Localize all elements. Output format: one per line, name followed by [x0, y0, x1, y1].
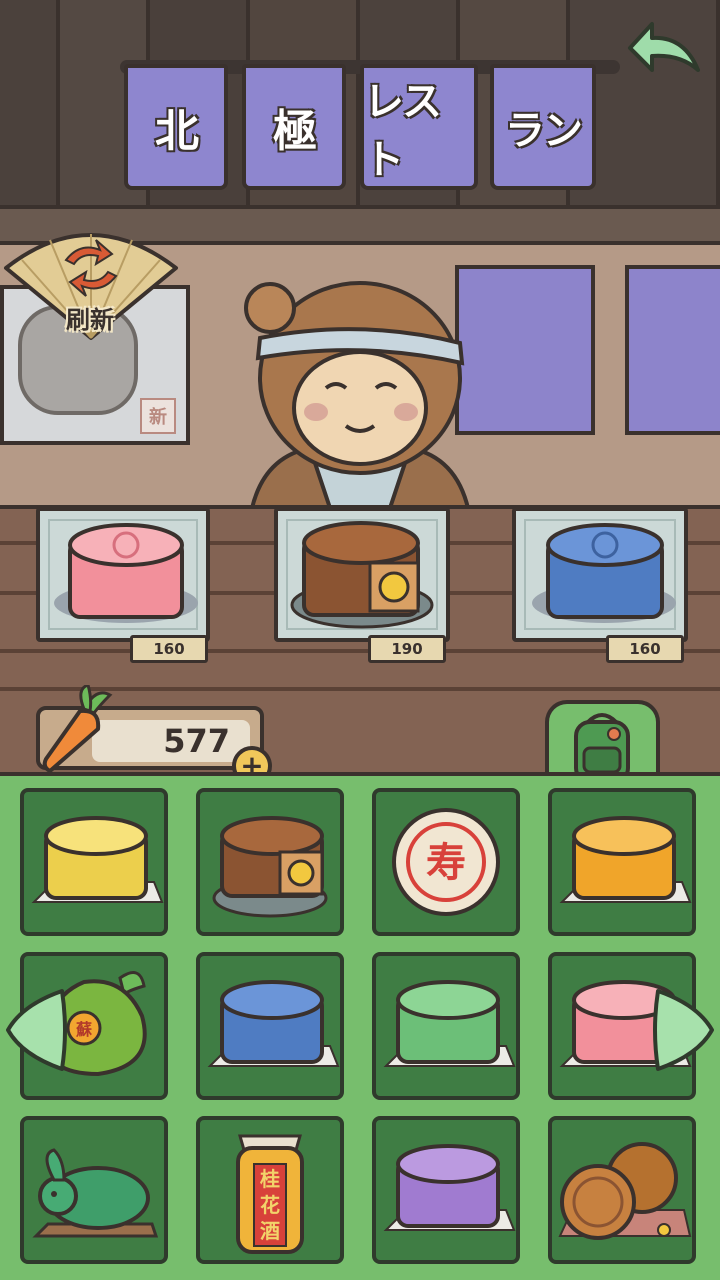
price-tag-3: 160: [606, 635, 684, 663]
inventory-slot-orange-mooncake[interactable]: [548, 788, 696, 936]
orange-mooncake-icon: [559, 816, 692, 903]
chocolate-mooncake-sliced-icon: [212, 816, 328, 918]
inventory-slot-green-mooncake[interactable]: [372, 952, 520, 1100]
osmanthus-wine-jar-icon: 桂 花 酒: [236, 1134, 304, 1254]
inventory-slot-jade-rabbit[interactable]: [20, 1116, 168, 1264]
curtain-right: [625, 265, 720, 435]
inventory-slot-chocolate-mooncake[interactable]: [196, 788, 344, 936]
poster-stamp: 新: [140, 398, 176, 434]
sign-text-4: ラン: [505, 108, 583, 154]
inventory-slot-yellow-mooncake[interactable]: [20, 788, 168, 936]
shou-longevity-mooncake-icon: 寿: [392, 808, 500, 916]
sign-panel-4: ラン: [490, 64, 596, 190]
purple-mooncake-icon: [383, 1144, 516, 1231]
sign-text-2: 極: [273, 106, 317, 157]
blue-mooncake-icon: [207, 980, 340, 1067]
pink-mooncake-icon: [54, 523, 198, 623]
inventory-slot-purple-mooncake[interactable]: [372, 1116, 520, 1264]
blue-mooncake-icon: [532, 523, 676, 623]
pomelo-char: 蘇: [75, 1020, 93, 1039]
green-mooncake-icon: [383, 980, 516, 1067]
sign-text-3: レスト: [364, 79, 442, 183]
shop-tray-1[interactable]: [36, 507, 210, 642]
jade-rabbit-icon: [32, 1148, 159, 1238]
shop-tray-2[interactable]: [274, 507, 450, 642]
sign-panel-2: 極: [242, 64, 346, 190]
inventory-next-arrow-icon[interactable]: [652, 985, 718, 1075]
inventory-slot-shou-mooncake[interactable]: 寿: [372, 788, 520, 936]
wine-label-char-2: 花: [260, 1193, 280, 1217]
inventory-slot-osmanthus-wine[interactable]: 桂 花 酒: [196, 1116, 344, 1264]
inventory-prev-arrow-icon[interactable]: [2, 985, 68, 1075]
inventory-slot-baked-mooncakes[interactable]: [548, 1116, 696, 1264]
wine-label-char-3: 酒: [260, 1219, 280, 1243]
yellow-mooncake-icon: [31, 816, 164, 903]
shop-tray-3[interactable]: [512, 507, 688, 642]
chocolate-mooncake-sliced-icon: [290, 521, 434, 629]
monkey-chef: [244, 281, 473, 518]
carrot-icon: [42, 685, 113, 773]
price-tag-1: 160: [130, 635, 208, 663]
wine-label-char-1: 桂: [259, 1167, 280, 1191]
sign-panel-1: 北: [124, 64, 228, 190]
inventory-slot-blue-mooncake[interactable]: [196, 952, 344, 1100]
back-arrow-icon[interactable]: [622, 14, 706, 84]
currency-amount: 577: [163, 722, 230, 760]
refresh-label: 刷新: [66, 306, 114, 334]
sign-panel-3: レスト: [360, 64, 478, 190]
sign-text-1: 北: [155, 106, 199, 157]
price-tag-2: 190: [368, 635, 446, 663]
shou-char: 寿: [426, 840, 466, 886]
baked-mooncakes-icon: [558, 1142, 692, 1240]
